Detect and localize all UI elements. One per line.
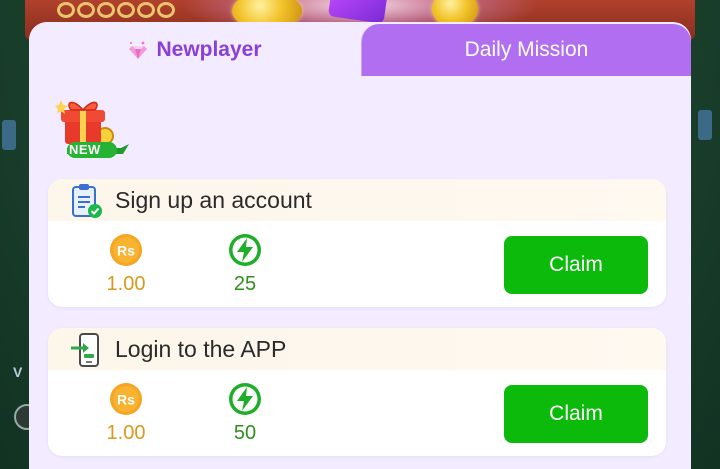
rs-reward: Rs 1.00: [96, 233, 156, 296]
lightning-energy-icon: [229, 383, 261, 415]
task-title: Sign up an account: [115, 187, 312, 213]
tab-daily-mission[interactable]: Daily Mission: [361, 24, 691, 76]
clipboard-check-icon: [72, 184, 102, 218]
background-side-label: V: [13, 364, 23, 380]
rs-reward-value: 1.00: [106, 422, 146, 444]
energy-reward: 25: [215, 233, 275, 296]
lightning-energy-icon: [229, 234, 261, 266]
claim-button[interactable]: Claim: [504, 236, 648, 294]
energy-reward: 50: [215, 382, 275, 445]
rs-reward: Rs 1.00: [96, 382, 156, 445]
gem-icon: [129, 41, 148, 59]
phone-login-icon: [71, 333, 99, 367]
rupee-coin-icon: Rs: [110, 234, 142, 266]
task-card-login: Login to the APP Rs 1.00 50 Claim: [48, 328, 666, 456]
rupee-symbol: Rs: [117, 243, 135, 259]
tab-newplayer-label: Newplayer: [156, 38, 262, 61]
tab-daily-mission-label: Daily Mission: [464, 38, 589, 61]
rupee-coin-icon: Rs: [110, 383, 142, 415]
tab-newplayer[interactable]: Newplayer: [29, 22, 361, 78]
background-chain-decoration: [57, 2, 175, 18]
background-side-decoration: [698, 110, 712, 140]
claim-button[interactable]: Claim: [504, 385, 648, 443]
task-card-header: Login to the APP: [48, 328, 666, 370]
energy-reward-value: 25: [233, 273, 257, 295]
task-card-header: Sign up an account: [48, 179, 666, 221]
reward-tasks-modal: Newplayer Daily Mission NEW Sign up an a…: [29, 22, 691, 469]
new-badge-text: NEW: [69, 142, 101, 157]
tab-bar: Newplayer Daily Mission: [29, 22, 691, 78]
task-title: Login to the APP: [115, 336, 287, 362]
energy-reward-value: 50: [233, 422, 257, 444]
rupee-symbol: Rs: [117, 392, 135, 408]
rs-reward-value: 1.00: [106, 273, 146, 295]
background-side-decoration: [2, 120, 16, 150]
task-card-signup: Sign up an account Rs 1.00 25 Claim: [48, 179, 666, 307]
